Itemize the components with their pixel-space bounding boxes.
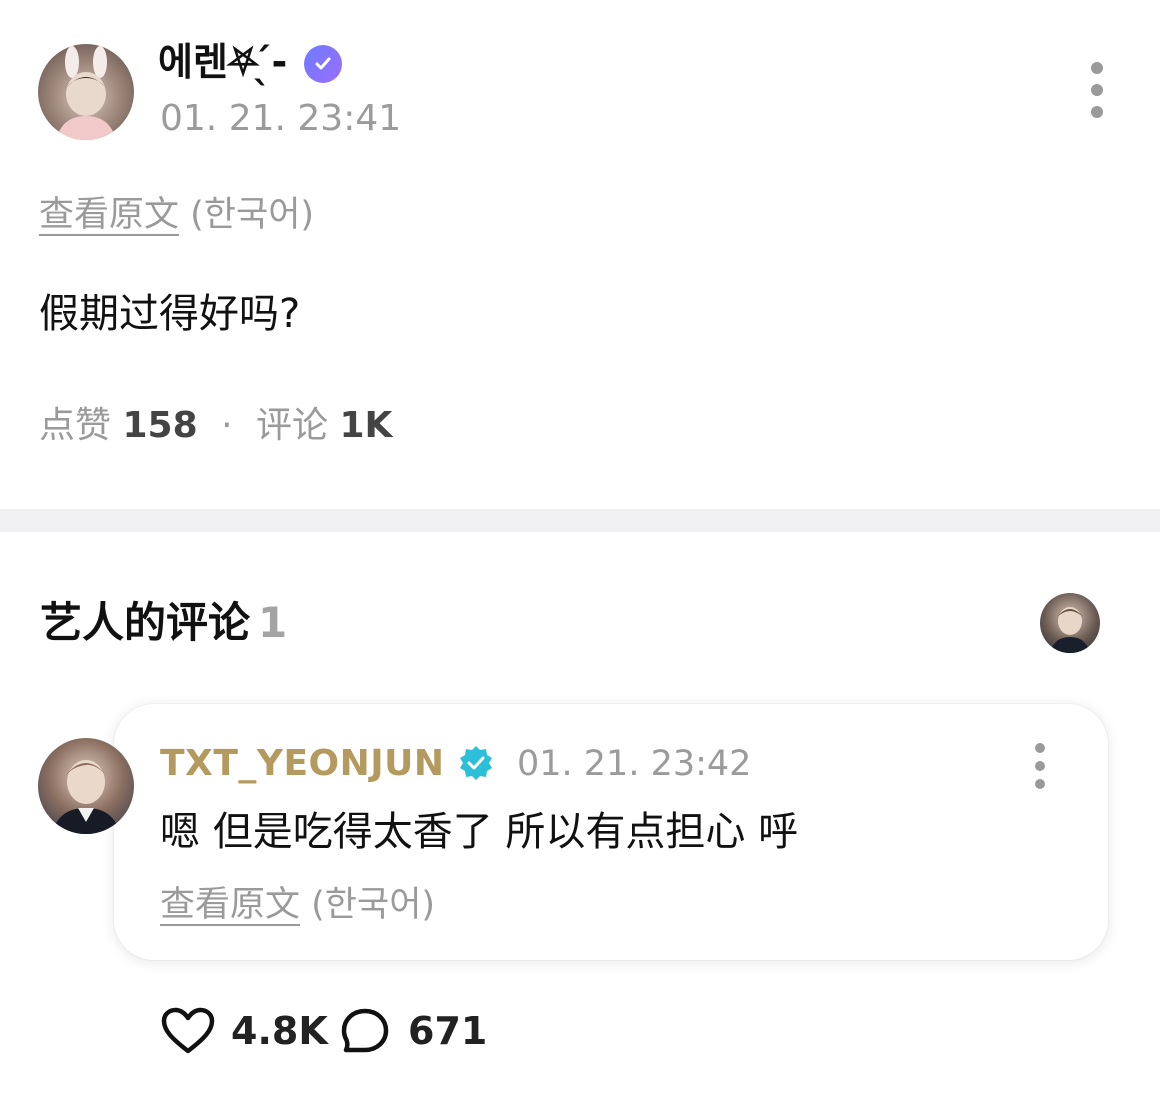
author-avatar[interactable] [38, 44, 134, 140]
artist-comments-heading: 艺人的评论 1 [40, 596, 287, 650]
speech-bubble-icon[interactable] [340, 1007, 390, 1055]
author-name[interactable]: 에렌⛧ ̖́- [158, 38, 287, 86]
stats-separator: · [221, 405, 233, 446]
original-language-label: (한국어) [190, 195, 315, 235]
comment-view-original: 查看原文 (한국어) [160, 882, 435, 928]
post-body: 假期过得好吗? [39, 291, 301, 337]
post-timestamp: 01. 21. 23:41 [160, 98, 402, 139]
view-original-link[interactable]: 查看原文 [39, 195, 179, 235]
comment-body: 嗯 但是吃得太香了 所以有点担心 呼 [160, 809, 799, 855]
post-stats: 点赞 158 · 评论 1K [39, 403, 392, 449]
commenter-avatar[interactable] [38, 738, 134, 834]
artist-avatar-small[interactable] [1040, 593, 1100, 653]
verified-check-badge-icon [458, 745, 494, 781]
comment-timestamp: 01. 21. 23:42 [517, 744, 752, 784]
section-divider [0, 509, 1160, 532]
comments-label[interactable]: 评论 [256, 405, 328, 446]
verified-heart-badge-icon [304, 45, 342, 83]
comment-more-options-icon[interactable] [1030, 743, 1050, 793]
likes-label[interactable]: 点赞 [39, 405, 111, 446]
post-view-original: 查看原文 (한국어) [39, 192, 314, 238]
artist-comments-title: 艺人的评论 [40, 598, 251, 647]
comment-original-language-label: (한국어) [311, 885, 436, 925]
comment-like-count[interactable]: 4.8K [231, 1008, 328, 1054]
commenter-name[interactable]: TXT_YEONJUN [160, 741, 445, 787]
artist-comments-count: 1 [258, 598, 288, 647]
comment-view-original-link[interactable]: 查看原文 [160, 885, 300, 925]
comments-count[interactable]: 1K [339, 405, 392, 446]
likes-count[interactable]: 158 [122, 405, 197, 446]
post-more-options-icon[interactable] [1086, 62, 1108, 122]
comment-reply-count[interactable]: 671 [408, 1008, 487, 1054]
heart-icon[interactable] [161, 1007, 215, 1055]
